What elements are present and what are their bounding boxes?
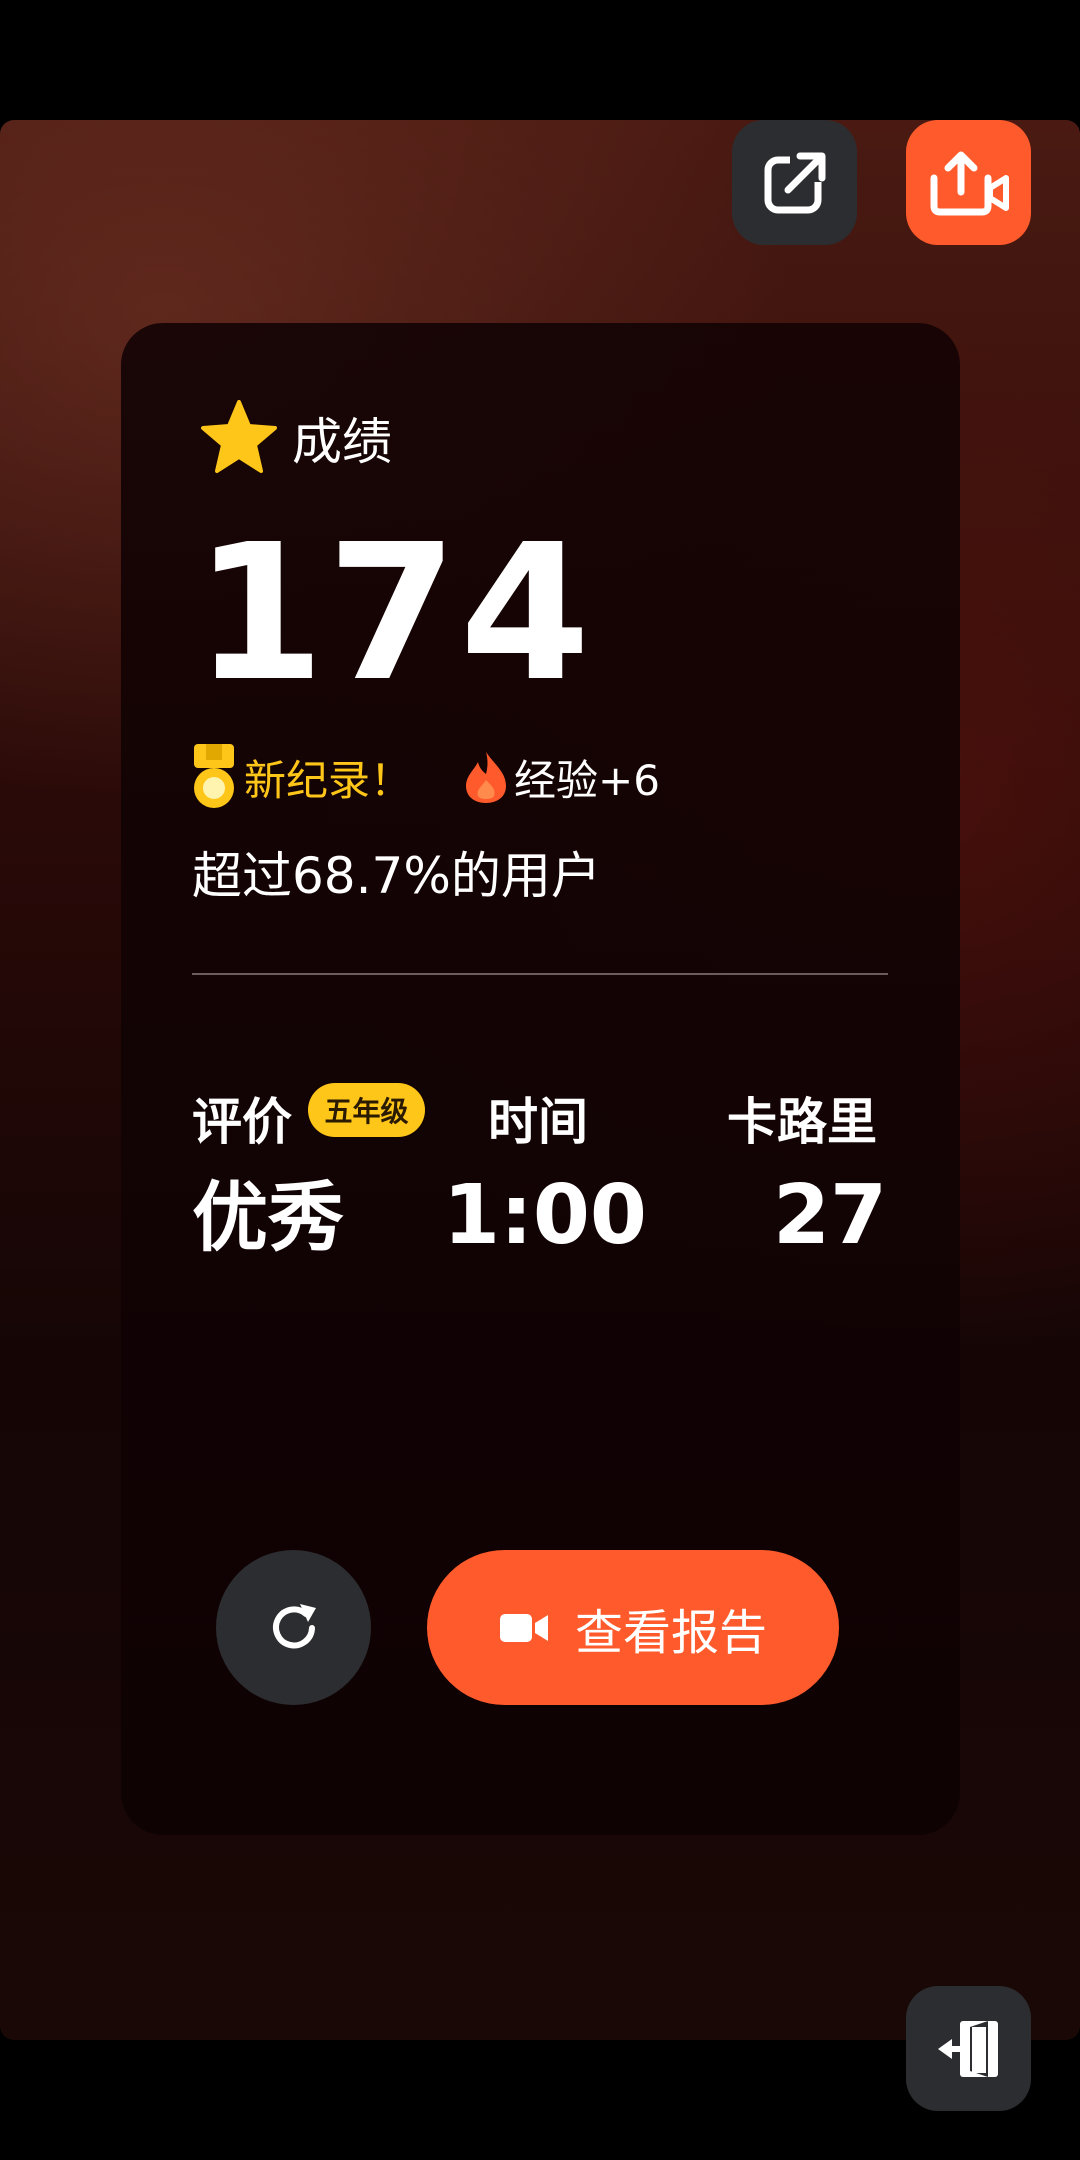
video-camera-icon bbox=[499, 1613, 548, 1642]
grade-badge: 五年级 bbox=[308, 1083, 425, 1137]
time-value: 1:00 bbox=[443, 1168, 647, 1263]
result-title: 成绩 bbox=[292, 413, 392, 471]
flame-icon bbox=[466, 752, 507, 803]
result-title-row: 成绩 bbox=[198, 398, 392, 478]
export-video-button[interactable] bbox=[906, 120, 1031, 245]
score-value: 174 bbox=[194, 504, 593, 723]
star-icon bbox=[201, 400, 277, 473]
medal-icon bbox=[194, 744, 234, 808]
external-share-icon bbox=[764, 151, 828, 213]
new-record-label: 新纪录！ bbox=[244, 755, 413, 805]
xp-badge: 经验+6 bbox=[464, 747, 660, 808]
view-report-label: 查看报告 bbox=[574, 1604, 767, 1661]
calories-label: 卡路里 bbox=[727, 1093, 877, 1151]
refresh-icon bbox=[272, 1603, 316, 1648]
upload-video-icon bbox=[930, 151, 1009, 215]
xp-label: 经验+6 bbox=[514, 755, 660, 805]
rating-value: 优秀 bbox=[192, 1173, 344, 1262]
rating-label: 评价 bbox=[192, 1093, 292, 1151]
surpass-text: 超过68.7%的用户 bbox=[192, 847, 601, 905]
exit-button[interactable] bbox=[906, 1986, 1031, 2111]
exit-door-icon bbox=[937, 2020, 998, 2077]
divider bbox=[192, 973, 888, 975]
view-report-button[interactable]: 查看报告 bbox=[427, 1550, 839, 1705]
replay-button[interactable] bbox=[216, 1550, 371, 1705]
calories-value: 27 bbox=[773, 1168, 888, 1263]
new-record-badge: 新纪录！ bbox=[192, 742, 412, 812]
share-button[interactable] bbox=[732, 120, 857, 245]
achievement-badges: 新纪录！ 经验+6 bbox=[192, 742, 660, 812]
time-label: 时间 bbox=[488, 1093, 588, 1151]
